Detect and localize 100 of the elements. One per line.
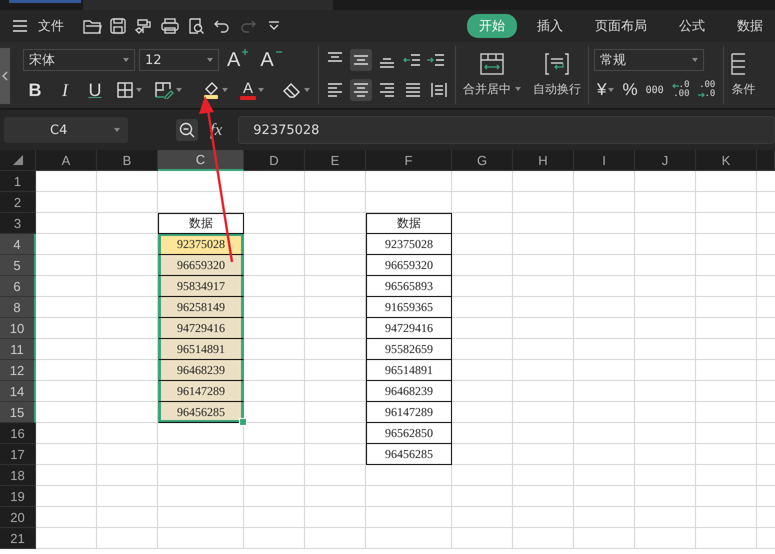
empty-cell[interactable] [97,528,158,549]
table-cell[interactable]: 96659320 [366,255,452,276]
column-header[interactable]: B [97,150,158,171]
empty-cell[interactable] [452,444,513,465]
empty-cell[interactable] [366,465,452,486]
underline-button[interactable]: U [83,79,107,101]
empty-cell[interactable] [244,486,305,507]
empty-cell[interactable] [158,192,244,213]
empty-cell[interactable] [158,528,244,549]
decrease-font-size-button[interactable]: A [256,49,286,71]
column-header[interactable]: G [452,150,513,171]
row-header[interactable]: 6 [0,276,36,297]
column-header[interactable]: K [696,150,757,171]
empty-cell[interactable] [305,339,366,360]
empty-cell[interactable] [513,318,574,339]
empty-cell[interactable] [452,318,513,339]
empty-cell[interactable] [635,192,696,213]
row-header[interactable]: 12 [0,360,36,381]
empty-cell[interactable] [635,213,696,234]
column-header[interactable]: I [574,150,635,171]
empty-cell[interactable] [97,423,158,444]
empty-cell[interactable] [305,255,366,276]
empty-cell[interactable] [305,444,366,465]
empty-cell[interactable] [158,171,244,192]
empty-cell[interactable] [513,276,574,297]
empty-cell[interactable] [513,192,574,213]
empty-cell[interactable] [635,276,696,297]
empty-cell[interactable] [635,234,696,255]
empty-cell[interactable] [452,339,513,360]
empty-cell[interactable] [366,171,452,192]
empty-cell[interactable] [513,381,574,402]
table-header-cell[interactable]: 数据 [366,213,452,234]
collapse-ribbon-button[interactable] [0,48,10,104]
row-header[interactable]: 5 [0,255,36,276]
row-header[interactable]: 4 [0,234,36,255]
empty-cell[interactable] [158,507,244,528]
save-icon[interactable] [108,16,128,36]
column-header[interactable]: H [513,150,574,171]
empty-cell[interactable] [635,318,696,339]
decrease-decimal-button[interactable]: .00 .0 [694,79,718,101]
row-header[interactable]: 15 [0,402,36,423]
row-header[interactable]: 2 [0,192,36,213]
row-header[interactable]: 19 [0,486,36,507]
empty-cell[interactable] [452,192,513,213]
empty-cell[interactable] [305,213,366,234]
empty-cell[interactable] [305,192,366,213]
empty-cell[interactable] [97,171,158,192]
table-cell[interactable]: 96456285 [158,402,244,423]
merge-center-button[interactable]: 合并居中 [461,52,523,98]
ribbon-tab[interactable]: 公式 [667,14,717,38]
row-header[interactable]: 8 [0,297,36,318]
align-middle-button[interactable] [350,49,372,71]
empty-cell[interactable] [158,465,244,486]
empty-cell[interactable] [452,297,513,318]
empty-cell[interactable] [513,423,574,444]
empty-cell[interactable] [513,339,574,360]
empty-cell[interactable] [452,528,513,549]
currency-button[interactable]: ¥ [594,79,618,101]
empty-cell[interactable] [635,255,696,276]
menu-icon[interactable] [12,19,28,33]
empty-cell[interactable] [574,360,635,381]
empty-cell[interactable] [305,276,366,297]
empty-cell[interactable] [366,486,452,507]
empty-cell[interactable] [574,318,635,339]
empty-cell[interactable] [574,507,635,528]
font-color-button[interactable]: A [237,79,267,101]
empty-cell[interactable] [97,444,158,465]
table-cell[interactable]: 92375028 [366,234,452,255]
empty-cell[interactable] [513,402,574,423]
row-header[interactable]: 20 [0,507,36,528]
row-header[interactable]: 16 [0,423,36,444]
column-header[interactable]: F [366,150,452,171]
empty-cell[interactable] [574,192,635,213]
fill-handle[interactable] [239,418,247,426]
empty-cell[interactable] [97,486,158,507]
table-cell[interactable]: 96468239 [158,360,244,381]
table-cell[interactable]: 95834917 [158,276,244,297]
number-format-dropdown[interactable]: 常规 [594,49,704,71]
empty-cell[interactable] [635,297,696,318]
empty-cell[interactable] [574,402,635,423]
empty-cell[interactable] [244,528,305,549]
row-header[interactable]: 1 [0,171,36,192]
empty-cell[interactable] [158,486,244,507]
empty-cell[interactable] [513,465,574,486]
empty-cell[interactable] [574,297,635,318]
empty-cell[interactable] [305,402,366,423]
font-name-dropdown[interactable]: 宋体 [23,49,135,71]
empty-cell[interactable] [305,486,366,507]
empty-cell[interactable] [97,465,158,486]
empty-cell[interactable] [513,255,574,276]
row-header[interactable]: 10 [0,318,36,339]
empty-cell[interactable] [513,486,574,507]
row-header[interactable]: 18 [0,465,36,486]
empty-cell[interactable] [366,507,452,528]
table-cell[interactable]: 96258149 [158,297,244,318]
table-cell[interactable]: 96514891 [158,339,244,360]
empty-cell[interactable] [244,507,305,528]
empty-cell[interactable] [513,528,574,549]
table-cell[interactable]: 96514891 [366,360,452,381]
empty-cell[interactable] [635,171,696,192]
